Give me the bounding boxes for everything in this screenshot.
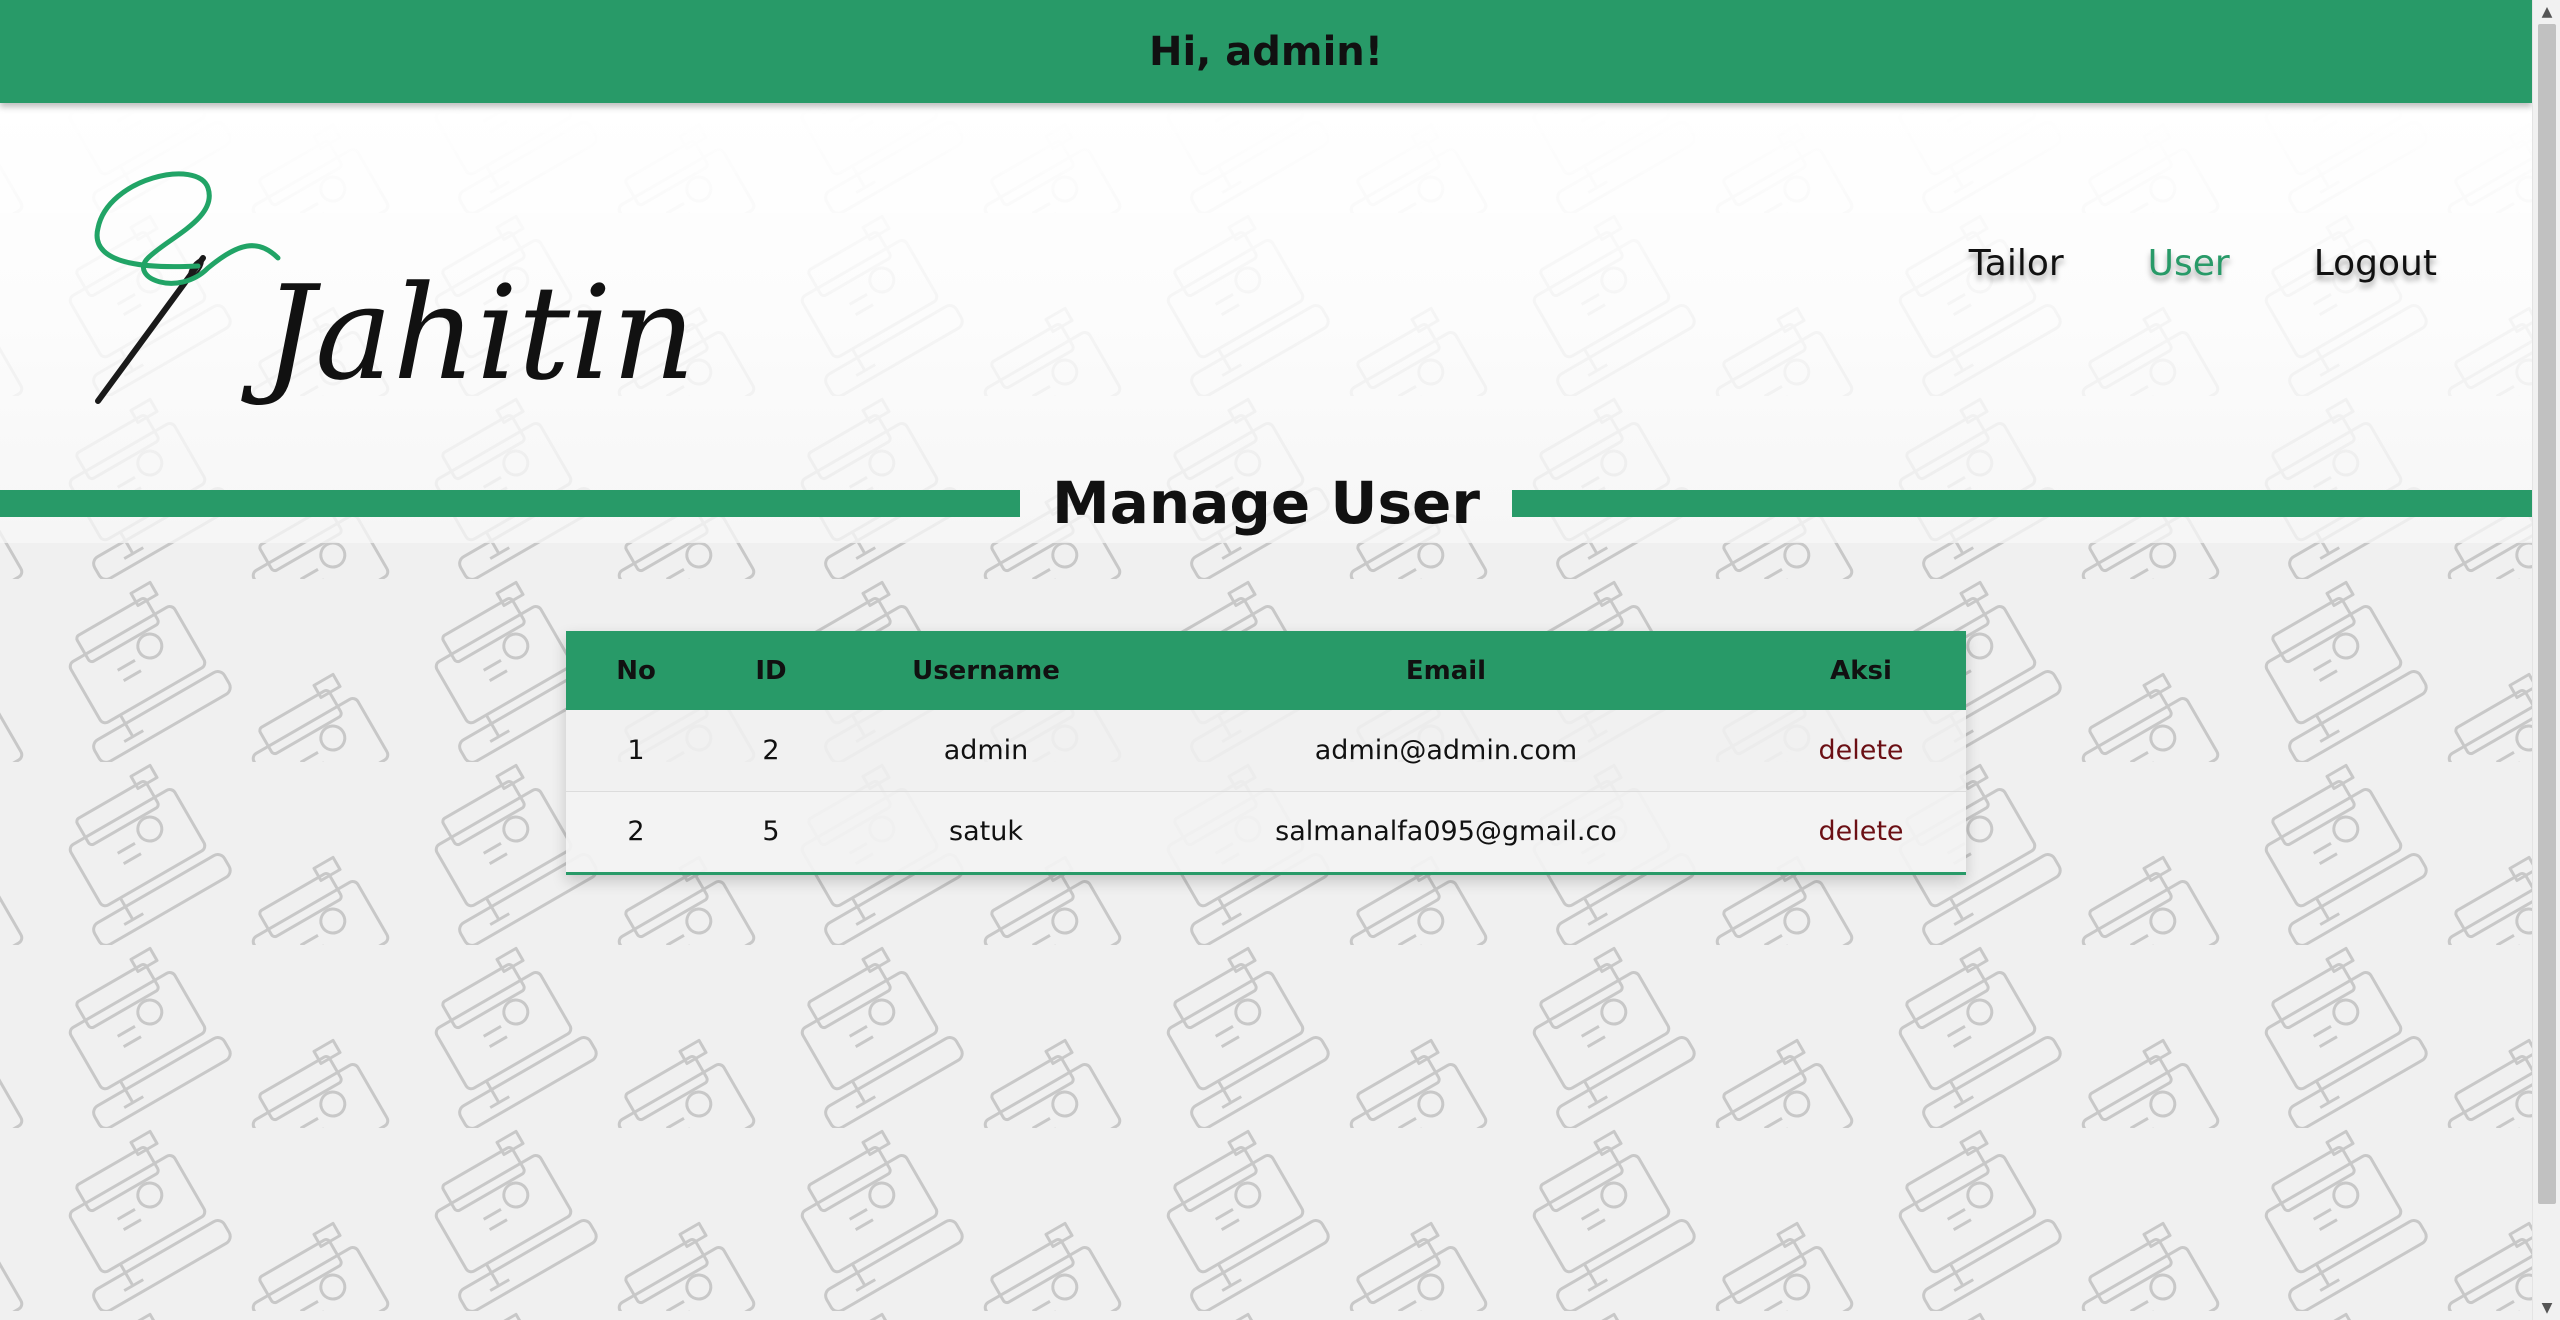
- cell-email: salmanalfa095@gmail.co: [1275, 816, 1617, 848]
- title-divider-right: [1512, 490, 2532, 517]
- cell-username: satuk: [949, 816, 1023, 848]
- cell-aksi: delete: [1756, 791, 1966, 872]
- table-row: 2 5 satuk salmanalfa095@gmail.co delete: [566, 791, 1966, 872]
- cell-no: 1: [627, 734, 645, 766]
- greeting-text: Hi, admin!: [1148, 28, 1384, 75]
- nav-logout[interactable]: Logout: [2314, 243, 2437, 284]
- header-no: No: [616, 655, 656, 686]
- header-id: ID: [755, 655, 787, 686]
- table-row: 1 2 admin admin@admin.com delete: [566, 710, 1966, 791]
- table-header-row: No ID Username Email Aksi: [566, 631, 1966, 710]
- nav-user[interactable]: User: [2148, 243, 2230, 284]
- delete-link[interactable]: delete: [1818, 816, 1903, 847]
- main-nav: Tailor User Logout: [1969, 243, 2437, 284]
- cell-id: 2: [762, 734, 780, 766]
- header-email: Email: [1405, 655, 1487, 686]
- header-aksi: Aksi: [1830, 655, 1892, 686]
- cell-username: admin: [943, 734, 1029, 766]
- scroll-down-arrow-icon[interactable]: ▼: [2533, 1296, 2560, 1320]
- header-username: Username: [912, 655, 1060, 686]
- vertical-scrollbar[interactable]: ▲ ▼: [2532, 0, 2560, 1320]
- logo-text: Jahitin: [241, 257, 688, 409]
- nav-tailor[interactable]: Tailor: [1969, 243, 2064, 284]
- page-title: Manage User: [1052, 469, 1480, 537]
- needle-thread-icon: [94, 171, 281, 404]
- cell-id: 5: [762, 816, 780, 848]
- cell-aksi: delete: [1756, 710, 1966, 791]
- jahitin-logo[interactable]: Jahitin: [88, 158, 695, 418]
- scroll-up-arrow-icon[interactable]: ▲: [2533, 0, 2560, 24]
- title-divider-left: [0, 490, 1020, 517]
- user-table: No ID Username Email Aksi 1 2 admin admi…: [566, 631, 1966, 875]
- scrollbar-thumb[interactable]: [2538, 24, 2556, 1204]
- cell-no: 2: [627, 816, 645, 848]
- cell-email: admin@admin.com: [1314, 734, 1578, 766]
- delete-link[interactable]: delete: [1818, 735, 1903, 766]
- section-title-row: Manage User: [0, 470, 2532, 540]
- greeting-banner: Hi, admin!: [0, 0, 2532, 103]
